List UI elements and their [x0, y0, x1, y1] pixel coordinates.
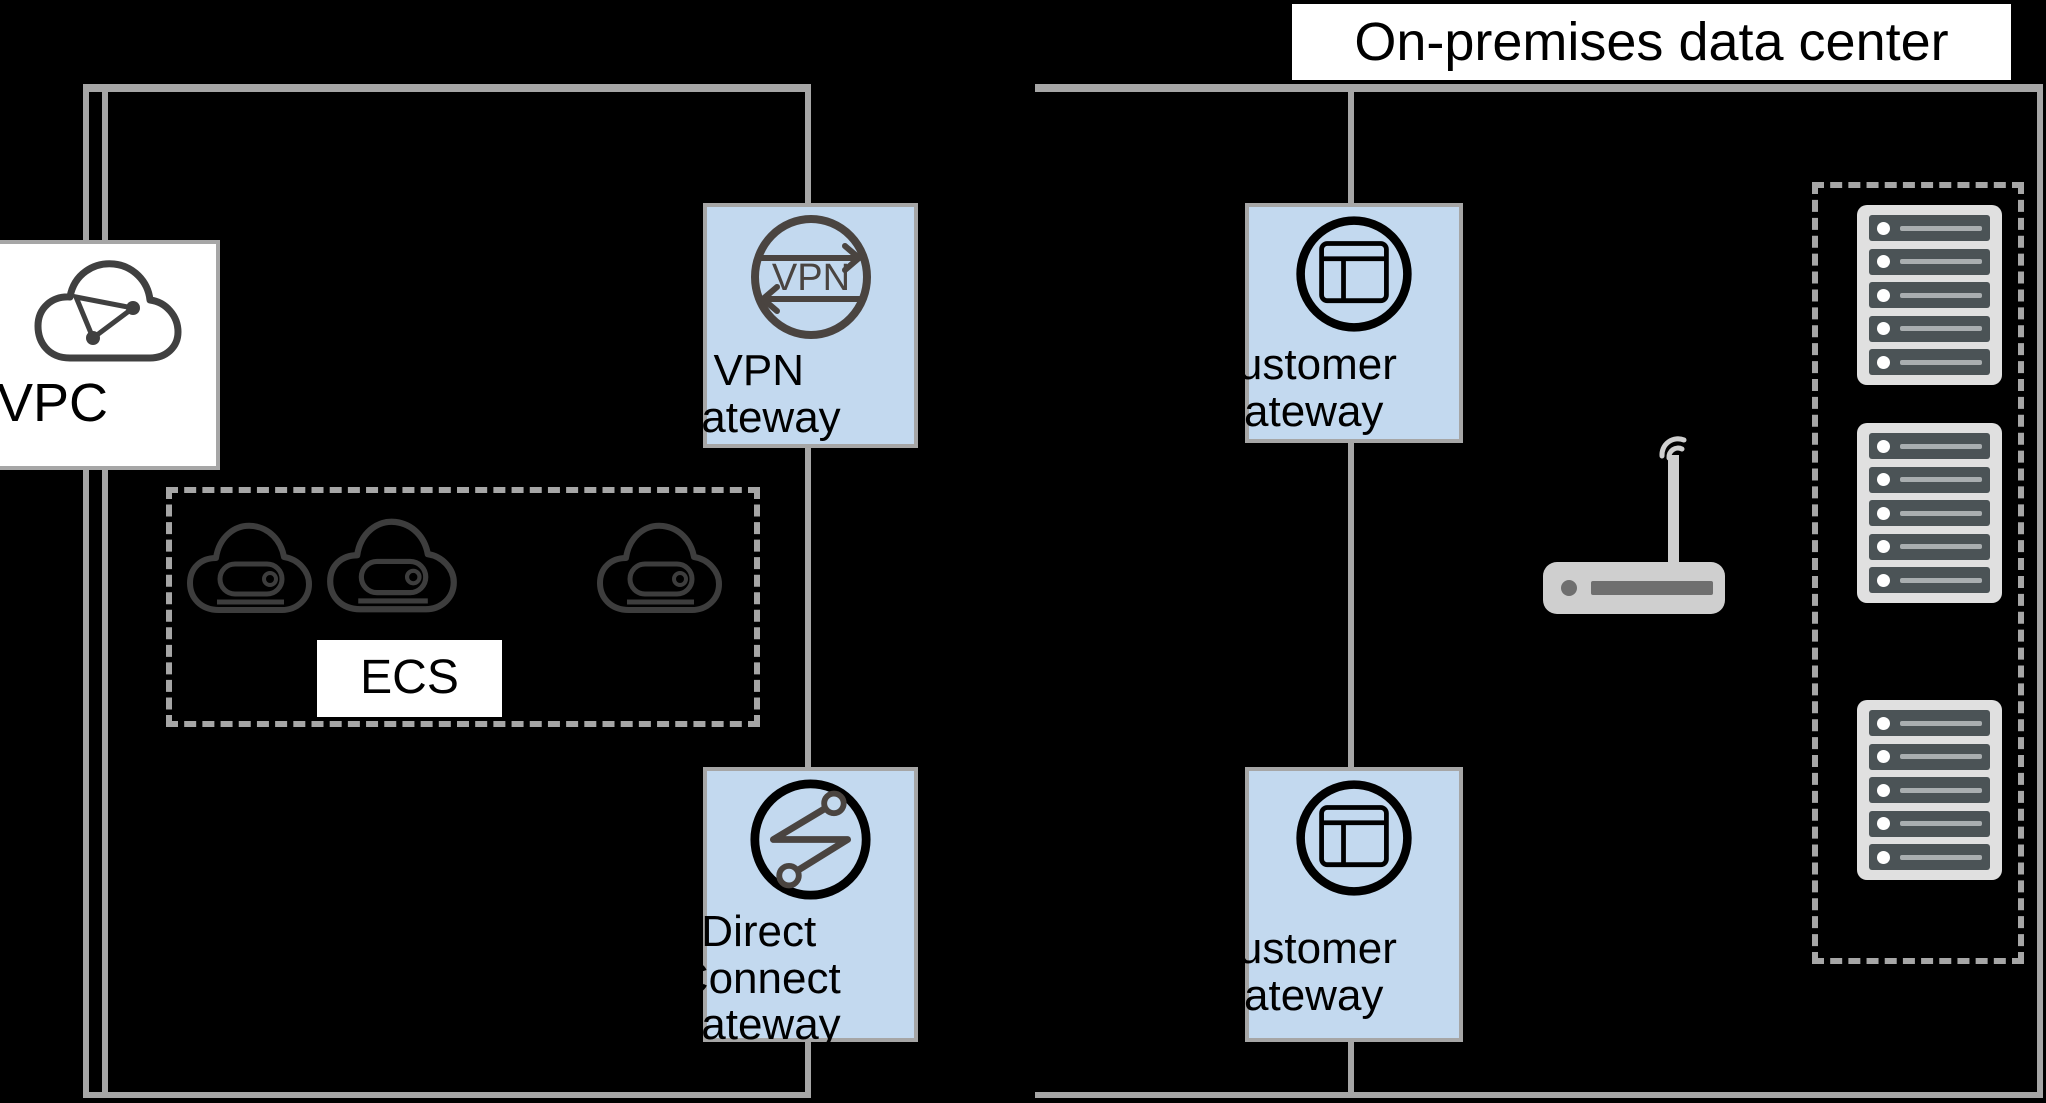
rack-led-icon	[1877, 288, 1890, 302]
customer-gateway-icon	[1293, 213, 1415, 340]
node-customer-gateway-bottom[interactable]: Customer gateway	[1206, 767, 1463, 1042]
diagram-canvas: On-premises data center VPC ECS VPN VPN …	[0, 0, 2046, 1103]
rack-unit	[1869, 466, 1990, 493]
ecs-label: ECS	[360, 651, 459, 705]
rack-led-icon	[1877, 439, 1890, 453]
rack-bar	[1900, 854, 1982, 860]
rack-led-icon	[1877, 506, 1890, 520]
rack-unit	[1869, 710, 1990, 736]
rack-unit	[1869, 743, 1990, 770]
ecs-instance-3[interactable]	[595, 510, 725, 625]
router-antenna	[1668, 455, 1679, 565]
wifi-router-icon[interactable]	[1543, 436, 1743, 614]
node-direct-connect-gateway-label: Direct Connect gateway	[676, 907, 841, 1050]
rack-unit	[1869, 844, 1990, 870]
server-rack-2[interactable]	[1857, 423, 2002, 603]
rack-bar	[1900, 510, 1982, 516]
router-wifi-waves-icon	[1659, 436, 1687, 461]
node-customer-gateway-bottom-label: Customer gateway	[1206, 924, 1397, 1020]
rack-unit	[1869, 215, 1990, 241]
rack-bar	[1900, 292, 1982, 298]
rack-bar	[1900, 359, 1982, 365]
rack-led-icon	[1877, 355, 1890, 369]
rack-led-icon	[1877, 473, 1890, 486]
node-customer-gateway-top[interactable]: Customer gateway	[1206, 203, 1463, 443]
vpn-icon-text: VPN	[771, 257, 849, 299]
rack-bar	[1900, 259, 1982, 264]
rack-bar	[1900, 326, 1982, 331]
vpc-connector-line	[102, 84, 108, 1098]
page-title: On-premises data center	[1354, 11, 1949, 72]
router-port-slot	[1591, 581, 1713, 595]
direct-connect-icon	[748, 777, 873, 907]
rack-led-icon	[1877, 255, 1890, 268]
vpn-icon: VPN	[747, 213, 875, 346]
rack-bar	[1900, 225, 1982, 231]
rack-bar	[1900, 443, 1982, 449]
onprem-title-chip: On-premises data center	[1292, 4, 2011, 80]
rack-bar	[1900, 787, 1982, 793]
rack-bar	[1900, 754, 1982, 759]
rack-unit	[1869, 315, 1990, 342]
rack-unit	[1869, 433, 1990, 459]
rack-led-icon	[1877, 540, 1890, 553]
rack-unit	[1869, 500, 1990, 526]
rack-led-icon	[1877, 783, 1890, 797]
router-body	[1543, 562, 1725, 614]
rack-unit	[1869, 567, 1990, 593]
rack-unit	[1869, 777, 1990, 803]
rack-led-icon	[1877, 817, 1890, 830]
node-vpn-gateway-label: VPN gateway	[676, 346, 841, 442]
rack-led-icon	[1877, 850, 1890, 864]
rack-unit	[1869, 248, 1990, 275]
rack-led-icon	[1877, 716, 1890, 730]
rack-led-icon	[1877, 221, 1890, 235]
node-vpc-label: VPC	[0, 373, 109, 433]
ecs-instance-2[interactable]	[325, 505, 460, 625]
rack-bar	[1900, 477, 1982, 482]
rack-unit	[1869, 810, 1990, 837]
rack-led-icon	[1877, 322, 1890, 335]
node-vpn-gateway[interactable]: VPN VPN gateway	[677, 203, 918, 448]
rack-bar	[1900, 720, 1982, 726]
cloud-server-icon	[187, 522, 312, 613]
node-vpc[interactable]: VPC	[0, 240, 220, 470]
rack-bar	[1900, 821, 1982, 826]
cloud-vpc-icon	[32, 250, 182, 375]
rack-led-icon	[1877, 750, 1890, 763]
rack-bar	[1900, 577, 1982, 583]
router-power-led-icon	[1561, 580, 1577, 596]
ecs-label-chip: ECS	[317, 640, 502, 717]
server-rack-3[interactable]	[1857, 700, 2002, 880]
node-customer-gateway-top-label: Customer gateway	[1206, 340, 1397, 436]
ecs-instance-1[interactable]	[185, 510, 315, 625]
server-rack-1[interactable]	[1857, 205, 2002, 385]
rack-unit	[1869, 282, 1990, 308]
rack-bar	[1900, 544, 1982, 549]
rack-unit	[1869, 533, 1990, 560]
rack-led-icon	[1877, 573, 1890, 587]
customer-gateway-icon	[1293, 777, 1415, 904]
node-direct-connect-gateway[interactable]: Direct Connect gateway	[677, 767, 918, 1048]
rack-unit	[1869, 349, 1990, 375]
